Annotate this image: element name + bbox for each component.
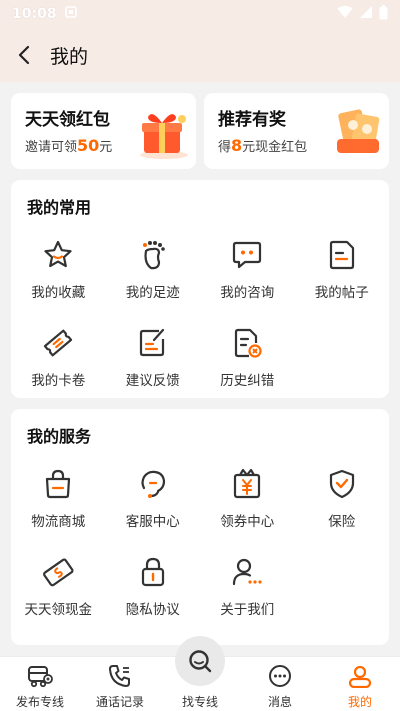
promo-card-referral[interactable]: 推荐有奖 得8元现金红包: [204, 93, 389, 169]
status-time: 10:08: [12, 6, 57, 22]
wifi-icon: [337, 5, 353, 23]
grid-item-label: 历史纠错: [220, 373, 275, 389]
promo-sub-prefix: 得: [218, 140, 232, 155]
star-icon: [41, 238, 75, 272]
grid-item-label: 我的咨询: [220, 285, 275, 301]
tab-label: 通话记录: [95, 695, 144, 709]
promo-card-red-packet[interactable]: 天天领红包 邀请可领50元: [11, 93, 196, 169]
tab-call-records[interactable]: 通话记录: [80, 657, 160, 711]
common-grid: 我的收藏 我的足迹 我的咨询 我的帖子 我的卡卷 建议反馈 历史纠错: [11, 218, 389, 394]
back-button[interactable]: [0, 28, 48, 82]
grid-item-label: 隐私协议: [125, 602, 180, 618]
chat-bubble-icon: [230, 238, 264, 272]
grid-item-label: 我的帖子: [314, 285, 369, 301]
status-bar: 10:08: [0, 0, 400, 28]
promo-sub-suffix: 元现金红包: [242, 140, 308, 155]
grid-item-feedback[interactable]: 建议反馈: [106, 306, 201, 394]
person-info-icon: [230, 555, 264, 589]
services-section: 我的服务 物流商城 客服中心 领券中心 保险 天天领现金 隐私协议 关于我们: [11, 409, 389, 645]
grid-item-logistics-mall[interactable]: 物流商城: [11, 447, 106, 535]
gift-box-icon: [134, 105, 190, 165]
tab-messages[interactable]: 消息: [240, 657, 320, 711]
document-icon: [325, 238, 359, 272]
services-grid: 物流商城 客服中心 领券中心 保险 天天领现金 隐私协议 关于我们: [11, 447, 389, 623]
grid-item-favorites[interactable]: 我的收藏: [11, 218, 106, 306]
grid-item-label: 保险: [328, 514, 356, 530]
grid-item-customer-service[interactable]: 客服中心: [106, 447, 201, 535]
find-line-fab[interactable]: [175, 636, 225, 686]
grid-item-about-us[interactable]: 关于我们: [200, 535, 295, 623]
notification-icon: [64, 6, 77, 22]
common-section: 我的常用 我的收藏 我的足迹 我的咨询 我的帖子 我的卡卷 建议反馈 历史纠错: [11, 180, 389, 398]
tab-label: 找专线: [181, 695, 218, 709]
red-envelope-icon: [331, 105, 383, 165]
section-title: 我的常用: [27, 198, 92, 217]
tab-label: 发布专线: [15, 695, 64, 709]
grid-item-label: 客服中心: [125, 514, 180, 530]
promo-sub-suffix: 元: [99, 140, 113, 155]
promo-sub-value: 8: [231, 136, 243, 155]
grid-item-label: 我的卡卷: [31, 373, 86, 389]
grid-item-posts[interactable]: 我的帖子: [295, 218, 390, 306]
profile-icon: [347, 663, 373, 689]
history-correction-icon: [230, 326, 264, 360]
signal-icon: [359, 5, 373, 23]
tab-label: 我的: [347, 695, 372, 709]
ticket-icon: [41, 326, 75, 360]
grid-item-cards[interactable]: 我的卡卷: [11, 306, 106, 394]
headset-icon: [136, 467, 170, 501]
tab-publish-line[interactable]: 发布专线: [0, 657, 80, 711]
chevron-left-icon: [18, 45, 30, 65]
grid-item-footprints[interactable]: 我的足迹: [106, 218, 201, 306]
grid-item-coupon-center[interactable]: 领券中心: [200, 447, 295, 535]
section-title: 我的服务: [27, 427, 92, 446]
shield-check-icon: [325, 467, 359, 501]
tab-profile[interactable]: 我的: [320, 657, 400, 711]
promo-row: 天天领红包 邀请可领50元 推荐有奖 得8元现金红包: [11, 93, 389, 169]
grid-item-label: 我的收藏: [31, 285, 86, 301]
grid-item-label: 天天领现金: [24, 602, 93, 618]
truck-icon: [27, 663, 53, 689]
grid-item-label: 领券中心: [220, 514, 275, 530]
search-icon: [189, 650, 212, 673]
shopping-bag-icon: [41, 467, 75, 501]
grid-item-label: 关于我们: [220, 602, 275, 618]
cash-icon: [41, 555, 75, 589]
grid-item-insurance[interactable]: 保险: [295, 447, 390, 535]
grid-item-label: 物流商城: [31, 514, 86, 530]
battery-icon: [379, 4, 388, 24]
grid-item-label: 我的足迹: [125, 285, 180, 301]
message-icon: [267, 663, 293, 689]
feedback-icon: [136, 326, 170, 360]
promo-sub-value: 50: [77, 136, 100, 155]
footprint-icon: [136, 238, 170, 272]
page-title: 我的: [50, 45, 89, 68]
grid-item-label: 建议反馈: [125, 373, 180, 389]
coupon-icon: [230, 467, 264, 501]
promo-sub-prefix: 邀请可领: [25, 140, 78, 155]
lock-icon: [136, 555, 170, 589]
grid-item-history-correction[interactable]: 历史纠错: [200, 306, 295, 394]
tab-label: 消息: [267, 695, 292, 709]
grid-item-consultations[interactable]: 我的咨询: [200, 218, 295, 306]
page-header: 我的: [0, 28, 400, 82]
grid-item-privacy[interactable]: 隐私协议: [106, 535, 201, 623]
phone-icon: [107, 663, 133, 689]
grid-item-daily-cash[interactable]: 天天领现金: [11, 535, 106, 623]
